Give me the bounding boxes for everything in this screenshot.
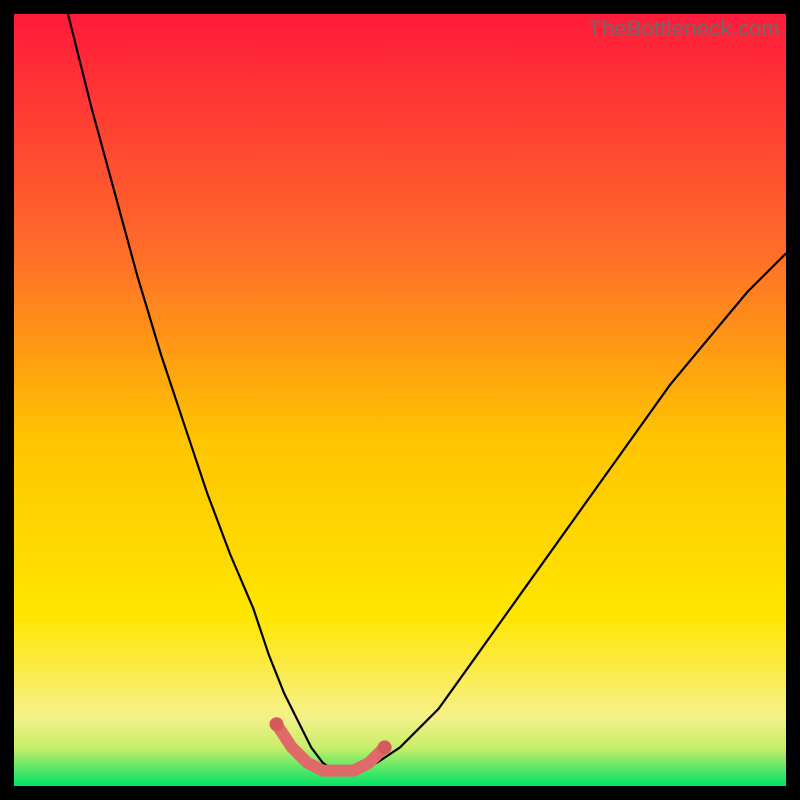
band-end-dot [270, 717, 284, 731]
bottleneck-chart [14, 14, 786, 786]
gradient-background [14, 14, 786, 786]
watermark-text: TheBottleneck.com [588, 16, 780, 42]
chart-frame: TheBottleneck.com [0, 0, 800, 800]
band-end-dot [378, 740, 392, 754]
plot-area [14, 14, 786, 786]
